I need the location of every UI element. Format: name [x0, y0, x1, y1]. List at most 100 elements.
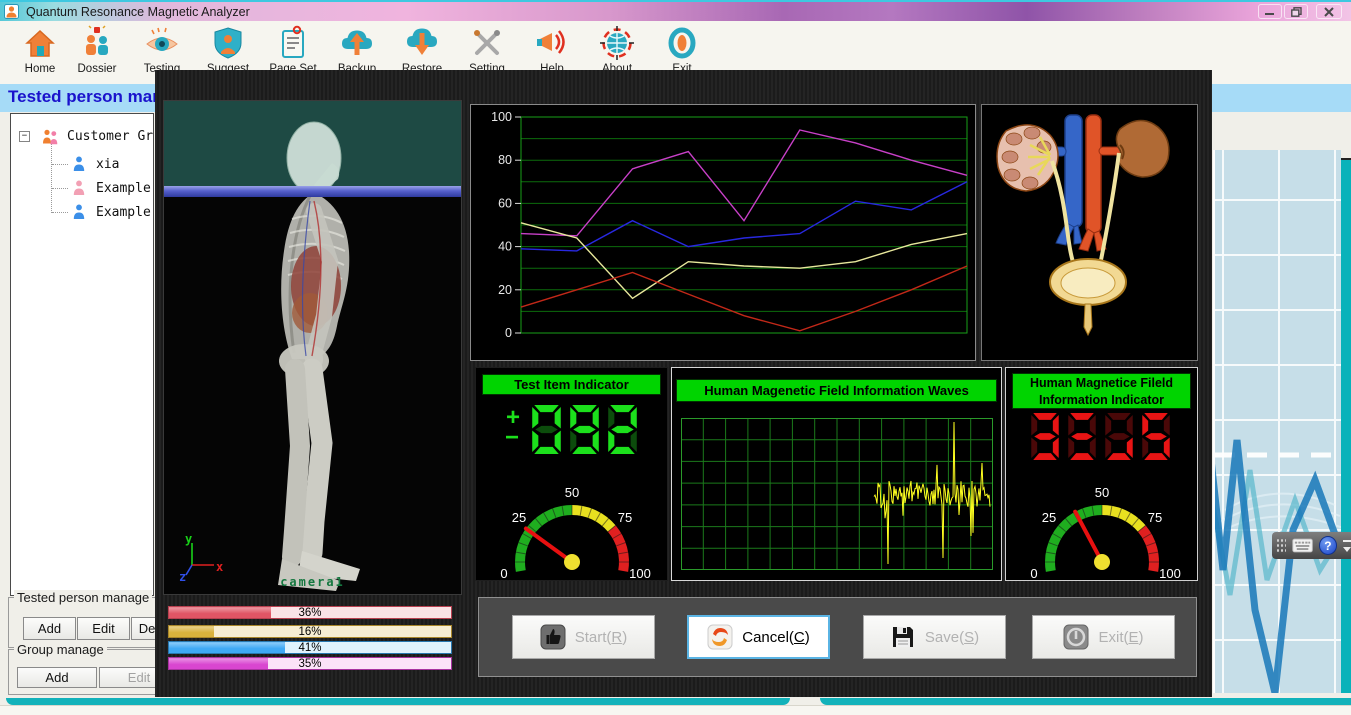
desktop-wallpaper-chart — [1213, 150, 1341, 693]
floppy-icon — [890, 624, 916, 650]
svg-text:0: 0 — [1030, 566, 1037, 580]
bottom-status-strip — [0, 705, 1351, 715]
svg-text:100: 100 — [1159, 566, 1181, 580]
bottom-teal-bar-right — [820, 698, 1351, 705]
magnetic-waveform — [681, 418, 993, 575]
test-item-indicator-title: Test Item Indicator — [482, 374, 661, 395]
svg-text:25: 25 — [512, 510, 526, 525]
scan-line — [164, 186, 462, 197]
svg-text:60: 60 — [498, 196, 512, 210]
test-item-gauge: 0 25 50 75 100 — [476, 458, 669, 585]
action-button-label: Start(R) — [575, 629, 628, 646]
camera-label: camera1 — [164, 575, 461, 589]
exit-icon — [664, 25, 700, 61]
tree-item-xia[interactable]: xia — [11, 156, 154, 174]
tree-root-label: Customer Group — [67, 129, 154, 144]
backup-icon — [339, 25, 375, 61]
pm-add-button[interactable]: Add — [23, 617, 76, 640]
tree-connector-stub — [52, 212, 68, 213]
svg-text:50: 50 — [1095, 485, 1109, 500]
tree-root-row[interactable]: Customer Group — [11, 128, 154, 146]
tree-item-label: Example — [96, 181, 151, 196]
progress-label: 36% — [169, 607, 451, 619]
suggest-icon — [210, 25, 246, 61]
gm-add-button[interactable]: Add — [17, 667, 97, 688]
tree-item-example[interactable]: Example — [11, 180, 154, 198]
svg-text:50: 50 — [565, 485, 579, 500]
setting-icon — [469, 25, 505, 61]
tree-item-label: Example — [96, 205, 151, 220]
language-bar-minimize-icon[interactable] — [1343, 540, 1351, 542]
cancel-button[interactable]: Cancel(C) — [687, 615, 830, 659]
title-bar: Quantum Resonance Magnetic Analyzer — [0, 0, 1351, 21]
line-chart: 020406080100 — [471, 105, 975, 365]
axis-x-label: x — [216, 560, 223, 574]
line-chart-panel: 020406080100 — [470, 104, 976, 361]
action-buttons-bar: Start(R) Cancel(C) Save(S) Exit(E) — [478, 597, 1197, 677]
save-button[interactable]: Save(S) — [863, 615, 1006, 659]
person-icon — [73, 204, 85, 225]
human-body-model — [164, 101, 462, 595]
magnetic-waves-panel: Human Magenetic Field Information Waves — [671, 367, 1002, 581]
toolbar-item-dossier[interactable]: Dossier — [67, 25, 127, 81]
progress-label: 41% — [169, 642, 451, 654]
app-icon — [4, 4, 19, 19]
help-icon — [534, 25, 570, 61]
bottom-teal-bar-left — [6, 698, 790, 705]
magnetic-field-display — [1030, 412, 1171, 461]
cancel-swirl-icon — [707, 624, 733, 650]
testing-icon — [144, 25, 180, 61]
language-bar-options-icon[interactable] — [1343, 547, 1351, 552]
magnetic-field-indicator-panel: Human Magnetice Fileld Information Indic… — [1005, 367, 1198, 581]
action-button-label: Save(S) — [925, 629, 979, 646]
drag-handle-icon[interactable] — [1276, 538, 1286, 554]
customer-group-icon — [42, 129, 59, 150]
tree-item-label: xia — [96, 157, 119, 172]
svg-text:100: 100 — [491, 110, 512, 124]
svg-text:20: 20 — [498, 283, 512, 297]
svg-text:25: 25 — [1042, 510, 1056, 525]
svg-text:0: 0 — [500, 566, 507, 580]
maximize-button[interactable] — [1284, 4, 1308, 19]
screen: Quantum Resonance Magnetic Analyzer Home… — [0, 0, 1351, 715]
organ-image-panel — [981, 104, 1198, 361]
axis-y-label: y — [185, 532, 192, 546]
pm-edit-button[interactable]: Edit — [77, 617, 130, 640]
minus-sign: − — [505, 426, 519, 450]
body-viewport: y x z camera1 — [163, 100, 462, 595]
minimize-button[interactable] — [1258, 4, 1282, 19]
keyboard-icon[interactable] — [1292, 538, 1313, 553]
svg-text:0: 0 — [505, 326, 512, 340]
progress-label: 16% — [169, 626, 451, 638]
progress-bar-3: 41% — [168, 641, 452, 654]
wallpaper-teal-strip — [1341, 158, 1351, 693]
start-button[interactable]: Start(R) — [512, 615, 655, 659]
person-icon — [73, 180, 85, 201]
tree-connector-line — [51, 144, 53, 213]
window-background-right — [1212, 112, 1351, 150]
help-button[interactable]: ? — [1319, 536, 1337, 555]
test-item-display — [531, 404, 638, 455]
close-button[interactable] — [1316, 4, 1342, 19]
group-manage-legend: Group manage — [14, 642, 107, 657]
exit-circle-icon — [1063, 624, 1089, 650]
page-set-icon — [275, 25, 311, 61]
svg-text:80: 80 — [498, 153, 512, 167]
toolbar-item-label: Home — [10, 63, 70, 75]
svg-text:75: 75 — [618, 510, 632, 525]
window-title: Quantum Resonance Magnetic Analyzer — [26, 5, 250, 19]
progress-bar-1: 36% — [168, 606, 452, 619]
tested-person-manage-legend: Tested person manage — [14, 590, 152, 605]
customer-tree-panel: − Customer Group xiaExampleExample — [10, 113, 154, 596]
progress-bar-2: 16% — [168, 625, 452, 638]
about-icon — [599, 25, 635, 61]
svg-text:100: 100 — [629, 566, 651, 580]
right-kidney — [1116, 120, 1168, 177]
toolbar-item-home[interactable]: Home — [10, 25, 70, 81]
urinary-system-image — [982, 105, 1197, 360]
exit-button[interactable]: Exit(E) — [1032, 615, 1175, 659]
svg-text:75: 75 — [1148, 510, 1162, 525]
magnetic-waves-title: Human Magenetic Field Information Waves — [676, 379, 997, 402]
person-icon — [73, 156, 85, 177]
tree-item-example[interactable]: Example — [11, 204, 154, 222]
